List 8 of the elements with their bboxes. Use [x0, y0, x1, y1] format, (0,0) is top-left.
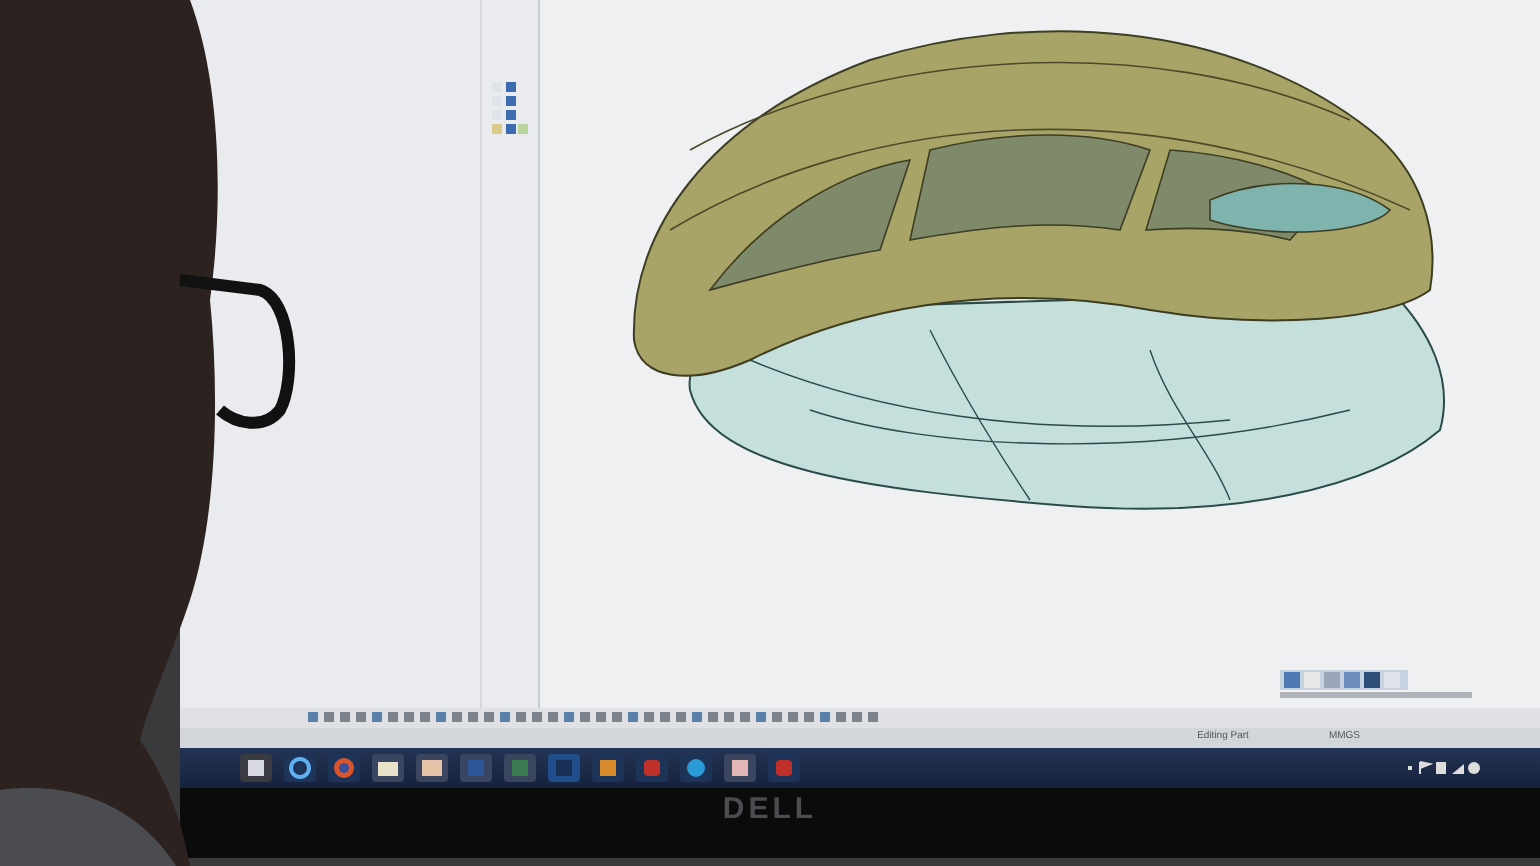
taskbar-app-icon[interactable]	[724, 754, 756, 782]
taskbar-app-icon[interactable]	[680, 754, 712, 782]
taskbar-app-icon[interactable]	[372, 754, 404, 782]
brand-logo: DELL	[722, 790, 818, 831]
taskbar-app-icon[interactable]	[240, 754, 272, 782]
taskbar-app-icon[interactable]	[284, 754, 316, 782]
taskbar-app-icon[interactable]	[416, 754, 448, 782]
taskbar-app-icon[interactable]	[592, 754, 624, 782]
